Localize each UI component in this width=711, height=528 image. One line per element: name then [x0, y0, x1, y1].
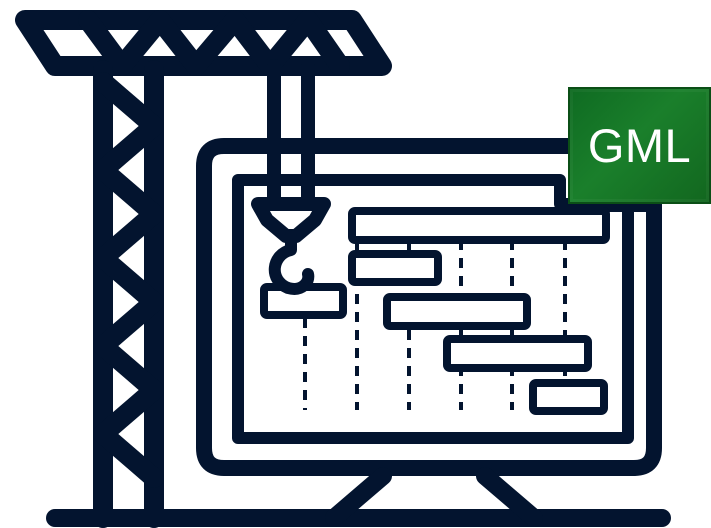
gantt-chart-icon: [260, 207, 610, 415]
gantt-bar: [529, 379, 608, 415]
gantt-bar: [348, 207, 610, 244]
gantt-bar: [443, 335, 592, 372]
gml-badge-label: GML: [587, 119, 692, 172]
crane-gantt-illustration: [15, 10, 671, 528]
crane-mast: [93, 60, 164, 528]
gml-badge: GML: [568, 87, 711, 204]
gantt-bar: [348, 250, 442, 286]
gantt-bar: [383, 293, 531, 330]
hook-curve: [268, 230, 315, 295]
gantt-bars: [260, 207, 610, 415]
crane-jib: [15, 10, 392, 76]
